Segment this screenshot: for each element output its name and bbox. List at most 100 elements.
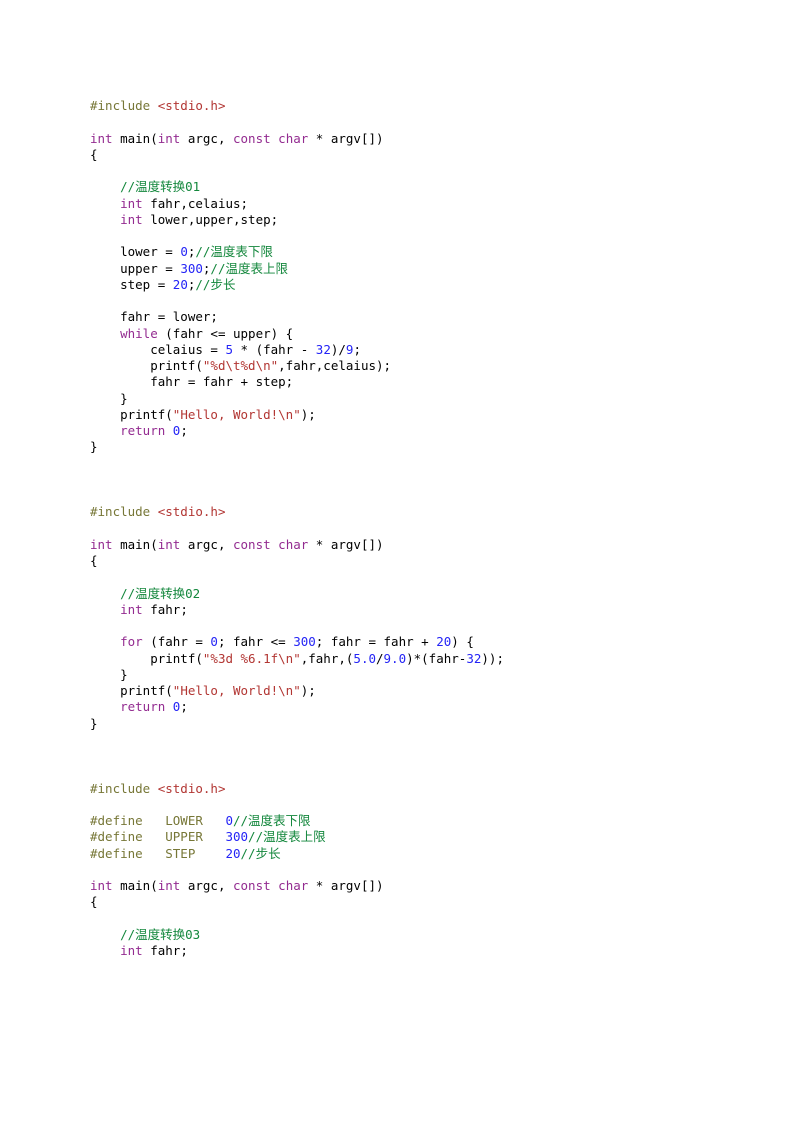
code-token: argc, <box>180 131 233 146</box>
code-token: <stdio.h> <box>158 98 226 113</box>
code-line <box>90 114 702 130</box>
code-line <box>90 764 702 780</box>
code-token: //温度转换02 <box>120 586 200 601</box>
code-line: int fahr; <box>90 943 702 959</box>
code-token: const <box>233 878 271 893</box>
code-token: } <box>90 667 128 682</box>
code-token: ; <box>180 699 188 714</box>
code-token: 32 <box>316 342 331 357</box>
code-token: #define UPPER <box>90 829 225 844</box>
code-token: int <box>158 878 181 893</box>
code-line: //温度转换01 <box>90 179 702 195</box>
code-token: main( <box>113 878 158 893</box>
code-token: * argv[]) <box>308 878 383 893</box>
code-token <box>90 212 120 227</box>
code-token: { <box>90 147 98 162</box>
code-line <box>90 748 702 764</box>
code-token: //步长 <box>241 846 281 861</box>
code-line: #include <stdio.h> <box>90 98 702 114</box>
code-token: 300 <box>293 634 316 649</box>
code-token: //温度表下限 <box>195 244 273 259</box>
code-token <box>165 423 173 438</box>
code-token: } <box>90 439 98 454</box>
code-token: ; <box>180 423 188 438</box>
code-token: argc, <box>180 537 233 552</box>
code-token: const <box>233 537 271 552</box>
code-line: int fahr,celaius; <box>90 196 702 212</box>
code-token: char <box>278 131 308 146</box>
code-line: int lower,upper,step; <box>90 212 702 228</box>
code-token <box>90 927 120 942</box>
code-token: printf( <box>90 651 203 666</box>
code-line: printf("Hello, World!\n"); <box>90 683 702 699</box>
code-token: ; fahr <= <box>218 634 293 649</box>
code-token <box>90 179 120 194</box>
code-line: } <box>90 439 702 455</box>
code-token: "Hello, World!\n" <box>173 683 301 698</box>
code-line <box>90 569 702 585</box>
code-token: ,fahr,( <box>301 651 354 666</box>
code-token: 300 <box>225 829 248 844</box>
code-token: int <box>120 212 143 227</box>
code-token: char <box>278 537 308 552</box>
code-token: ,fahr,celaius); <box>278 358 391 373</box>
code-token: celaius = <box>90 342 225 357</box>
code-token: 32 <box>466 651 481 666</box>
code-token: argc, <box>180 878 233 893</box>
code-token <box>90 943 120 958</box>
code-line: printf("%d\t%d\n",fahr,celaius); <box>90 358 702 374</box>
code-line: //温度转换02 <box>90 586 702 602</box>
code-token: } <box>90 716 98 731</box>
code-token: //步长 <box>195 277 235 292</box>
code-token: ) { <box>451 634 474 649</box>
code-token: #define LOWER <box>90 813 225 828</box>
code-line: } <box>90 667 702 683</box>
code-token <box>165 699 173 714</box>
code-token: while <box>120 326 158 341</box>
code-token: lower = <box>90 244 180 259</box>
code-line: { <box>90 553 702 569</box>
code-line: step = 20;//步长 <box>90 277 702 293</box>
code-line: #include <stdio.h> <box>90 781 702 797</box>
code-token: "%d\t%d\n" <box>203 358 278 373</box>
code-token: main( <box>113 131 158 146</box>
code-line <box>90 228 702 244</box>
code-token: int <box>90 878 113 893</box>
code-line: int main(int argc, const char * argv[]) <box>90 131 702 147</box>
code-token: int <box>90 131 113 146</box>
code-line: #define STEP 20//步长 <box>90 846 702 862</box>
code-line: lower = 0;//温度表下限 <box>90 244 702 260</box>
code-token: * argv[]) <box>308 537 383 552</box>
code-token: )*(fahr- <box>406 651 466 666</box>
code-line: printf("%3d %6.1f\n",fahr,(5.0/9.0)*(fah… <box>90 651 702 667</box>
code-line <box>90 618 702 634</box>
code-token: * argv[]) <box>308 131 383 146</box>
code-line <box>90 797 702 813</box>
code-token: 20 <box>225 846 240 861</box>
code-token: return <box>120 423 165 438</box>
code-token: * (fahr - <box>233 342 316 357</box>
code-token: int <box>120 943 143 958</box>
code-token <box>90 634 120 649</box>
code-line: #define UPPER 300//温度表上限 <box>90 829 702 845</box>
code-token: 0 <box>210 634 218 649</box>
code-line: while (fahr <= upper) { <box>90 326 702 342</box>
code-token: "Hello, World!\n" <box>173 407 301 422</box>
code-token: for <box>120 634 143 649</box>
code-line <box>90 163 702 179</box>
code-line: { <box>90 147 702 163</box>
code-token: )); <box>481 651 504 666</box>
code-token: #include <box>90 98 158 113</box>
code-token: #include <box>90 504 158 519</box>
code-token: //温度表上限 <box>210 261 288 276</box>
code-token: fahr,celaius; <box>143 196 248 211</box>
code-token: 300 <box>180 261 203 276</box>
code-token: upper = <box>90 261 180 276</box>
code-token: printf( <box>90 683 173 698</box>
code-token: //温度表下限 <box>233 813 311 828</box>
code-line <box>90 521 702 537</box>
code-token: ; <box>353 342 361 357</box>
code-line: upper = 300;//温度表上限 <box>90 261 702 277</box>
code-line: for (fahr = 0; fahr <= 300; fahr = fahr … <box>90 634 702 650</box>
code-token: //温度转换03 <box>120 927 200 942</box>
